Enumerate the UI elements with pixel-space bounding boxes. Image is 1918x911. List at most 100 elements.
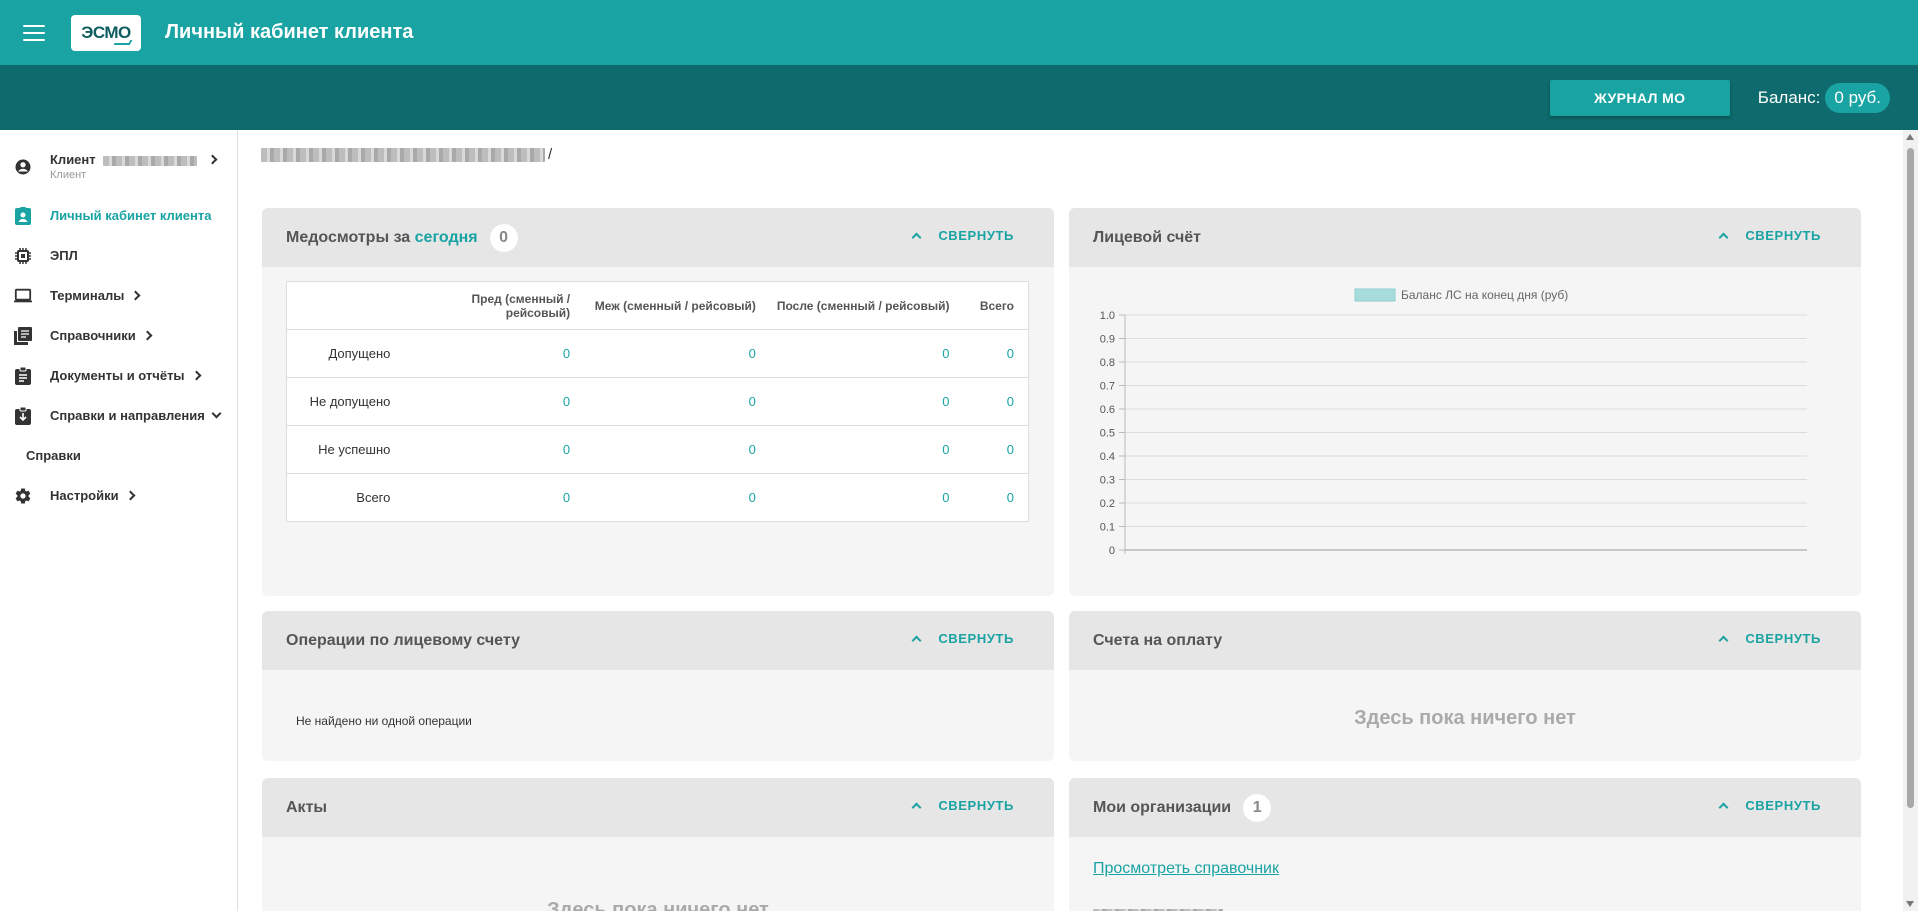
collapse-label: СВЕРНУТЬ xyxy=(938,631,1014,646)
scrollbar[interactable] xyxy=(1903,130,1918,911)
sidebar-item-label: Справочники xyxy=(50,328,136,343)
sidebar-client[interactable]: Клиент Клиент xyxy=(0,150,237,184)
logo[interactable]: ЭСМО xyxy=(71,14,141,51)
collapse-button[interactable]: СВЕРНУТЬ xyxy=(911,798,1014,813)
breadcrumb-blurred xyxy=(261,147,545,162)
sidebar-item-certificates[interactable]: Справки и направления xyxy=(0,402,237,430)
acts-card: Акты СВЕРНУТЬ Здесь пока ничего нет xyxy=(262,778,1054,911)
main-content: / Медосмотры за сегодня 0 СВЕРНУТЬ Пред … xyxy=(239,130,1901,911)
table-cell-value[interactable]: 0 xyxy=(769,377,964,426)
card-title: Акты xyxy=(286,798,328,816)
collapse-button[interactable]: СВЕРНУТЬ xyxy=(911,228,1014,243)
collapse-button[interactable]: СВЕРНУТЬ xyxy=(1718,228,1821,243)
sidebar-item-label: ЭПЛ xyxy=(50,248,78,263)
table-cell-value[interactable]: 0 xyxy=(584,329,770,378)
account-circle-icon xyxy=(14,158,32,176)
card-title: Мои организации xyxy=(1093,798,1232,816)
view-directory-link[interactable]: Просмотреть справочник xyxy=(1093,860,1279,878)
table-cell-value[interactable]: 0 xyxy=(963,425,1029,474)
table-cell-value[interactable]: 0 xyxy=(412,329,585,378)
collapse-label: СВЕРНУТЬ xyxy=(1745,631,1821,646)
medcheck-table: Пред (сменный / рейсовый) Меж (сменный /… xyxy=(286,281,1029,522)
chevron-right-icon xyxy=(191,370,201,381)
table-cell-value[interactable]: 0 xyxy=(769,425,964,474)
table-row: Не допущено 0 0 0 0 xyxy=(286,377,1029,426)
column-header: Пред (сменный / рейсовый) xyxy=(412,281,585,330)
sidebar-item-documents[interactable]: Документы и отчёты xyxy=(0,362,237,390)
org-list-item[interactable] xyxy=(1093,904,1223,911)
count-badge: 0 xyxy=(489,223,518,252)
client-role: Клиент xyxy=(50,169,87,181)
y-tick-label: 0.8 xyxy=(1100,357,1115,369)
card-title: Лицевой счёт xyxy=(1093,228,1201,246)
card-title: Медосмотры за сегодня xyxy=(286,229,478,247)
scroll-thumb[interactable] xyxy=(1907,148,1914,808)
y-tick-label: 0.4 xyxy=(1100,451,1115,463)
table-cell-value[interactable]: 0 xyxy=(769,329,964,378)
legend-swatch xyxy=(1354,288,1396,302)
client-label: Клиент xyxy=(50,152,96,167)
table-cell-value[interactable]: 0 xyxy=(963,329,1029,378)
orgs-card-header: Мои организации 1 СВЕРНУТЬ xyxy=(1069,778,1861,837)
legend-label: Баланс ЛС на конец дня (руб) xyxy=(1401,288,1568,302)
sidebar-item-directories[interactable]: Справочники xyxy=(0,322,237,350)
table-cell-value[interactable]: 0 xyxy=(584,425,770,474)
chevron-up-icon xyxy=(911,232,922,243)
collapse-label: СВЕРНУТЬ xyxy=(1745,228,1821,243)
table-cell-value[interactable]: 0 xyxy=(769,473,964,522)
table-cell-value[interactable]: 0 xyxy=(963,377,1029,426)
y-tick-label: 0.1 xyxy=(1100,522,1115,534)
collapse-button[interactable]: СВЕРНУТЬ xyxy=(911,631,1014,646)
table-cell-value[interactable]: 0 xyxy=(412,473,585,522)
book-icon xyxy=(14,327,32,345)
acts-card-header: Акты СВЕРНУТЬ xyxy=(262,778,1054,837)
sidebar-item-epl[interactable]: ЭПЛ xyxy=(0,242,237,270)
sidebar-item-terminals[interactable]: Терминалы xyxy=(0,282,237,310)
clipboard-icon xyxy=(14,367,32,385)
column-header xyxy=(286,281,413,330)
empty-message: Здесь пока ничего нет xyxy=(1354,707,1576,729)
empty-message: Не найдено ни одной операции xyxy=(296,714,472,728)
chevron-up-icon xyxy=(1718,635,1729,646)
chevron-up-icon xyxy=(1718,232,1729,243)
balance-label: Баланс: xyxy=(1757,87,1821,107)
chevron-down-icon xyxy=(211,408,222,419)
top-app-bar: ЭСМО Личный кабинет клиента xyxy=(0,0,1918,65)
collapse-button[interactable]: СВЕРНУТЬ xyxy=(1718,631,1821,646)
table-cell-value[interactable]: 0 xyxy=(963,473,1029,522)
sidebar: Клиент Клиент Личный кабинет клиента ЭПЛ… xyxy=(0,130,238,911)
table-cell-value[interactable]: 0 xyxy=(584,377,770,426)
scroll-down-icon[interactable] xyxy=(1906,901,1914,907)
client-name-blurred xyxy=(103,155,198,166)
chevron-up-icon xyxy=(1718,802,1729,813)
column-header: Меж (сменный / рейсовый) xyxy=(584,281,770,330)
journal-mo-button[interactable]: ЖУРНАЛ МО xyxy=(1549,79,1730,116)
balance-badge: 0 руб. xyxy=(1825,82,1890,113)
balance: Баланс: 0 руб. xyxy=(1757,82,1890,113)
sidebar-subitem-certificates[interactable]: Справки xyxy=(0,442,237,470)
table-cell-value[interactable]: 0 xyxy=(412,377,585,426)
scroll-up-icon[interactable] xyxy=(1906,134,1914,140)
table-cell-value[interactable]: 0 xyxy=(584,473,770,522)
y-tick-label: 0.5 xyxy=(1100,428,1115,440)
sidebar-item-label: Документы и отчёты xyxy=(50,368,185,383)
menu-icon[interactable] xyxy=(23,24,45,41)
y-tick-label: 0.2 xyxy=(1100,498,1115,510)
collapse-label: СВЕРНУТЬ xyxy=(938,228,1014,243)
card-title-accent[interactable]: сегодня xyxy=(415,229,478,246)
sidebar-item-cabinet[interactable]: Личный кабинет клиента xyxy=(0,202,237,230)
invoices-card: Счета на оплату СВЕРНУТЬ Здесь пока ниче… xyxy=(1069,611,1861,761)
sidebar-item-label: Справки xyxy=(26,448,81,463)
card-title-text: Медосмотры за xyxy=(286,228,411,246)
collapse-button[interactable]: СВЕРНУТЬ xyxy=(1718,798,1821,813)
card-title: Счета на оплату xyxy=(1093,631,1223,649)
medcheck-card: Медосмотры за сегодня 0 СВЕРНУТЬ Пред (с… xyxy=(262,208,1054,596)
laptop-icon xyxy=(14,287,32,305)
y-tick-label: 0.9 xyxy=(1100,334,1115,346)
chip-icon xyxy=(14,247,32,265)
y-tick-label: 0.6 xyxy=(1100,404,1115,416)
sidebar-item-label: Личный кабинет клиента xyxy=(50,208,212,223)
breadcrumb-separator: / xyxy=(548,146,553,163)
sidebar-item-settings[interactable]: Настройки xyxy=(0,482,237,510)
table-cell-value[interactable]: 0 xyxy=(412,425,585,474)
